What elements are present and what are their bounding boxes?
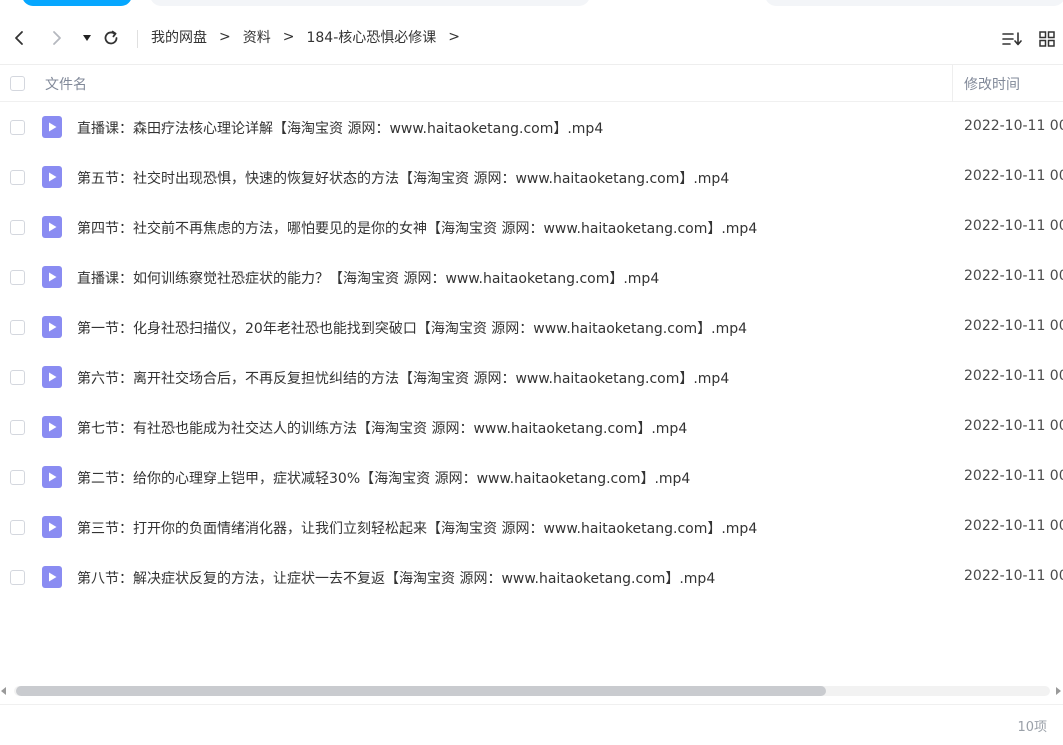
file-row[interactable]: 第一节：化身社恐扫描仪，20年老社恐也能找到突破口【海淘宝资 源网：www.ha… [0,302,1063,352]
file-row[interactable]: 直播课：如何训练察觉社恐症状的能力？【海淘宝资 源网：www.haitaoket… [0,252,1063,302]
row-checkbox[interactable] [10,270,25,285]
select-all-checkbox[interactable] [10,76,25,91]
scroll-right-arrow-icon[interactable] [1056,687,1061,695]
breadcrumb-item-current-folder[interactable]: 184-核心恐惧必修课 [306,27,436,47]
status-bar: 10项 [0,704,1063,745]
file-name[interactable]: 第二节：给你的心理穿上铠甲，症状减轻30%【海淘宝资 源网：www.haitao… [77,468,690,488]
sort-list-icon[interactable] [1001,28,1023,50]
navigation-bar: 我的网盘 > 资料 > 184-核心恐惧必修课 > [0,14,1063,64]
chevron-right-icon[interactable] [47,28,67,48]
file-row[interactable]: 第二节：给你的心理穿上铠甲，症状减轻30%【海淘宝资 源网：www.haitao… [0,452,1063,502]
breadcrumb: 我的网盘 > 资料 > 184-核心恐惧必修课 > [151,27,472,47]
file-row[interactable]: 第六节：离开社交场合后，不再反复担忧纠结的方法【海淘宝资 源网：www.hait… [0,352,1063,402]
file-modified-time: 2022-10-11 00 [964,268,1063,284]
file-name[interactable]: 第一节：化身社恐扫描仪，20年老社恐也能找到突破口【海淘宝资 源网：www.ha… [77,318,747,338]
search-bar[interactable] [765,0,1063,6]
video-file-icon [42,366,62,388]
chevron-left-icon[interactable] [9,28,29,48]
file-name[interactable]: 第八节：解决症状反复的方法，让症状一去不复返【海淘宝资 源网：www.haita… [77,568,715,588]
video-file-icon [42,416,62,438]
caret-down-icon[interactable] [77,28,97,48]
file-modified-time: 2022-10-11 00 [964,318,1063,334]
video-file-icon [42,266,62,288]
file-modified-time: 2022-10-11 00 [964,518,1063,534]
video-file-icon [42,116,62,138]
item-count: 10项 [1017,720,1047,735]
top-tab-strip [0,0,1063,12]
refresh-icon[interactable] [101,28,121,48]
file-row[interactable]: 第五节：社交时出现恐惧，快速的恢复好状态的方法【海淘宝资 源网：www.hait… [0,152,1063,202]
file-modified-time: 2022-10-11 00 [964,118,1063,134]
column-header-modified-time[interactable]: 修改时间 [964,74,1020,94]
row-checkbox[interactable] [10,320,25,335]
file-row[interactable]: 第七节：有社恐也能成为社交达人的训练方法【海淘宝资 源网：www.haitaok… [0,402,1063,452]
row-checkbox[interactable] [10,570,25,585]
row-checkbox[interactable] [10,120,25,135]
row-checkbox[interactable] [10,220,25,235]
horizontal-scrollbar[interactable] [0,684,1063,698]
file-modified-time: 2022-10-11 00 [964,218,1063,234]
file-row[interactable]: 第四节：社交前不再焦虑的方法，哪怕要见的是你的女神【海淘宝资 源网：www.ha… [0,202,1063,252]
file-list: 直播课：森田疗法核心理论详解【海淘宝资 源网：www.haitaoketang.… [0,102,1063,602]
file-modified-time: 2022-10-11 00 [964,568,1063,584]
file-row[interactable]: 第三节：打开你的负面情绪消化器，让我们立刻轻松起来【海淘宝资 源网：www.ha… [0,502,1063,552]
breadcrumb-separator: > [448,29,460,45]
file-name[interactable]: 直播课：森田疗法核心理论详解【海淘宝资 源网：www.haitaoketang.… [77,118,603,138]
row-checkbox[interactable] [10,470,25,485]
file-modified-time: 2022-10-11 00 [964,418,1063,434]
video-file-icon [42,516,62,538]
file-modified-time: 2022-10-11 00 [964,468,1063,484]
scroll-left-arrow-icon[interactable] [1,687,6,695]
video-file-icon [42,216,62,238]
file-modified-time: 2022-10-11 00 [964,368,1063,384]
table-header: 文件名 修改时间 [0,64,1063,102]
column-divider[interactable] [952,65,953,102]
video-file-icon [42,166,62,188]
breadcrumb-separator: > [282,29,295,45]
breadcrumb-separator: > [219,29,231,45]
row-checkbox[interactable] [10,170,25,185]
breadcrumb-item-my-drive[interactable]: 我的网盘 [151,27,207,47]
file-row[interactable]: 直播课：森田疗法核心理论详解【海淘宝资 源网：www.haitaoketang.… [0,102,1063,152]
grid-view-icon[interactable] [1036,28,1058,50]
file-row[interactable]: 第八节：解决症状反复的方法，让症状一去不复返【海淘宝资 源网：www.haita… [0,552,1063,602]
tab[interactable] [150,0,590,6]
file-name[interactable]: 第七节：有社恐也能成为社交达人的训练方法【海淘宝资 源网：www.haitaok… [77,418,687,438]
column-header-filename[interactable]: 文件名 [45,74,87,94]
file-modified-time: 2022-10-11 00 [964,168,1063,184]
row-checkbox[interactable] [10,370,25,385]
file-name[interactable]: 第五节：社交时出现恐惧，快速的恢复好状态的方法【海淘宝资 源网：www.hait… [77,168,729,188]
video-file-icon [42,566,62,588]
active-tab[interactable] [22,0,132,6]
row-checkbox[interactable] [10,420,25,435]
file-name[interactable]: 第四节：社交前不再焦虑的方法，哪怕要见的是你的女神【海淘宝资 源网：www.ha… [77,218,757,238]
row-checkbox[interactable] [10,520,25,535]
nav-divider [137,30,138,48]
file-name[interactable]: 第六节：离开社交场合后，不再反复担忧纠结的方法【海淘宝资 源网：www.hait… [77,368,729,388]
video-file-icon [42,316,62,338]
file-name[interactable]: 第三节：打开你的负面情绪消化器，让我们立刻轻松起来【海淘宝资 源网：www.ha… [77,518,757,538]
file-name[interactable]: 直播课：如何训练察觉社恐症状的能力？【海淘宝资 源网：www.haitaoket… [77,268,659,288]
scrollbar-thumb[interactable] [16,686,826,696]
breadcrumb-item-materials[interactable]: 资料 [243,27,271,47]
video-file-icon [42,466,62,488]
